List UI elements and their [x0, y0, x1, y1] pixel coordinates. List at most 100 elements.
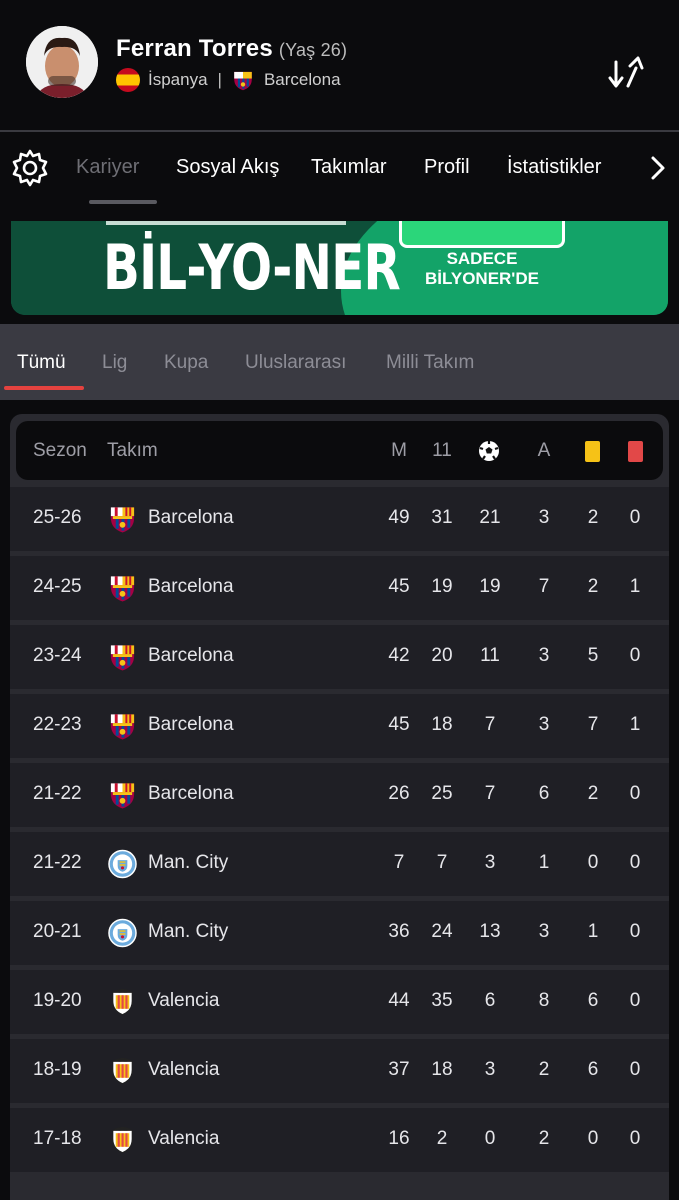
yellow-cards-cell: 0	[587, 852, 599, 873]
player-club[interactable]: Barcelona	[264, 70, 341, 90]
player-name-text: Ferran Torres	[116, 35, 273, 62]
yellow-cards-cell: 2	[587, 783, 599, 804]
team-cell[interactable]: Man. City	[148, 852, 228, 874]
player-country[interactable]: İspanya	[148, 70, 208, 90]
red-cards-cell: 0	[629, 1128, 641, 1149]
filter-kupa[interactable]: Kupa	[164, 352, 208, 374]
starts-cell: 20	[431, 645, 453, 666]
starts-cell: 7	[436, 852, 448, 873]
ad-tagline: SADECE BİLYONER'DE	[407, 249, 557, 289]
yellow-cards-cell: 0	[587, 1128, 599, 1149]
soccer-ball-icon	[479, 441, 499, 461]
matches-cell: 37	[388, 1059, 410, 1080]
filter-uluslararasi[interactable]: Uluslararası	[245, 352, 346, 374]
table-row[interactable]: 21-22 Man. City 7 7 3 1 0 0	[10, 832, 669, 896]
red-cards-cell: 0	[629, 783, 641, 804]
yellow-cards-cell: 7	[587, 714, 599, 735]
player-meta: İspanya | Barcelona	[116, 68, 341, 92]
player-avatar[interactable]	[26, 26, 98, 98]
compare-swap-icon[interactable]	[606, 54, 646, 94]
team-cell[interactable]: Barcelona	[148, 645, 234, 667]
table-row[interactable]: 22-23 Barcelona 45 18 7 3 7 1	[10, 694, 669, 758]
season-cell: 24-25	[33, 576, 82, 597]
team-cell[interactable]: Barcelona	[148, 714, 234, 736]
tab-profil[interactable]: Profil	[424, 156, 470, 179]
table-row[interactable]: 25-26 Barcelona 49 31 21 3 2 0	[10, 487, 669, 551]
header-team: Takım	[107, 440, 158, 461]
filter-milli-takim[interactable]: Milli Takım	[386, 352, 474, 374]
team-cell[interactable]: Barcelona	[148, 783, 234, 805]
red-cards-cell: 0	[629, 1059, 641, 1080]
ad-tagline-line2: BİLYONER'DE	[425, 269, 539, 288]
team-cell[interactable]: Barcelona	[148, 507, 234, 529]
goals-cell: 19	[479, 576, 501, 597]
assists-cell: 2	[538, 1128, 550, 1149]
table-row[interactable]: 19-20 Valencia 44 35 6 8 6 0	[10, 970, 669, 1034]
team-cell[interactable]: Valencia	[148, 990, 219, 1012]
season-cell: 21-22	[33, 783, 82, 804]
table-row[interactable]: 21-22 Barcelona 26 25 7 6 2 0	[10, 763, 669, 827]
assists-cell: 3	[538, 714, 550, 735]
ad-banner[interactable]: BİL-YO-NER SADECE BİLYONER'DE	[11, 221, 668, 315]
spain-flag-icon	[116, 68, 140, 92]
assists-cell: 3	[538, 507, 550, 528]
team-cell[interactable]: Valencia	[148, 1059, 219, 1081]
assists-cell: 6	[538, 783, 550, 804]
meta-separator: |	[217, 70, 222, 89]
starts-cell: 19	[431, 576, 453, 597]
goals-cell: 7	[484, 783, 496, 804]
yellow-cards-cell: 5	[587, 645, 599, 666]
matches-cell: 16	[388, 1128, 410, 1149]
matches-cell: 26	[388, 783, 410, 804]
valencia-crest-icon	[108, 1056, 137, 1086]
table-row[interactable]: 23-24 Barcelona 42 20 11 3 5 0	[10, 625, 669, 689]
goals-cell: 7	[484, 714, 496, 735]
matches-cell: 36	[388, 921, 410, 942]
yellow-cards-cell: 1	[587, 921, 599, 942]
season-cell: 23-24	[33, 645, 82, 666]
player-header	[0, 0, 679, 131]
filter-lig[interactable]: Lig	[102, 352, 127, 374]
chevron-right-icon[interactable]	[644, 154, 672, 182]
team-cell[interactable]: Valencia	[148, 1128, 219, 1150]
table-row[interactable]: 18-19 Valencia 37 18 3 2 6 0	[10, 1039, 669, 1103]
goals-cell: 21	[479, 507, 501, 528]
table-row[interactable]: 24-25 Barcelona 45 19 19 7 2 1	[10, 556, 669, 620]
tab-sosyal-akis[interactable]: Sosyal Akış	[176, 156, 279, 179]
header-assists: A	[537, 440, 551, 461]
matches-cell: 44	[388, 990, 410, 1011]
active-tab-indicator	[89, 200, 157, 204]
season-cell: 19-20	[33, 990, 82, 1011]
ad-cropped-text-strip	[106, 221, 346, 225]
red-cards-cell: 1	[629, 576, 641, 597]
starts-cell: 31	[431, 507, 453, 528]
assists-cell: 3	[538, 921, 550, 942]
tab-kariyer[interactable]: Kariyer	[76, 156, 139, 179]
season-cell: 22-23	[33, 714, 82, 735]
matches-cell: 45	[388, 714, 410, 735]
tab-takimlar[interactable]: Takımlar	[311, 156, 387, 179]
tab-istatistikler[interactable]: İstatistikler	[507, 156, 601, 179]
barcelona-crest-icon	[108, 711, 137, 741]
yellow-cards-cell: 6	[587, 1059, 599, 1080]
table-row[interactable]: 17-18 Valencia 16 2 0 2 0 0	[10, 1108, 669, 1172]
red-cards-cell: 0	[629, 921, 641, 942]
matches-cell: 49	[388, 507, 410, 528]
team-cell[interactable]: Barcelona	[148, 576, 234, 598]
valencia-crest-icon	[108, 1125, 137, 1155]
table-row[interactable]: 20-21 Man. City 36 24 13 3 1 0	[10, 901, 669, 965]
gear-icon[interactable]	[10, 148, 50, 188]
red-cards-cell: 0	[629, 990, 641, 1011]
assists-cell: 1	[538, 852, 550, 873]
man-city-crest-icon	[108, 849, 137, 879]
player-name: Ferran Torres (Yaş 26)	[116, 35, 347, 63]
filter-tumu[interactable]: Tümü	[17, 352, 66, 374]
active-filter-indicator	[4, 386, 84, 390]
ad-brand-text: BİL-YO-NER	[103, 231, 401, 304]
red-cards-cell: 0	[629, 852, 641, 873]
team-cell[interactable]: Man. City	[148, 921, 228, 943]
matches-cell: 42	[388, 645, 410, 666]
yellow-card-icon	[585, 441, 600, 462]
season-cell: 25-26	[33, 507, 82, 528]
starts-cell: 18	[431, 1059, 453, 1080]
